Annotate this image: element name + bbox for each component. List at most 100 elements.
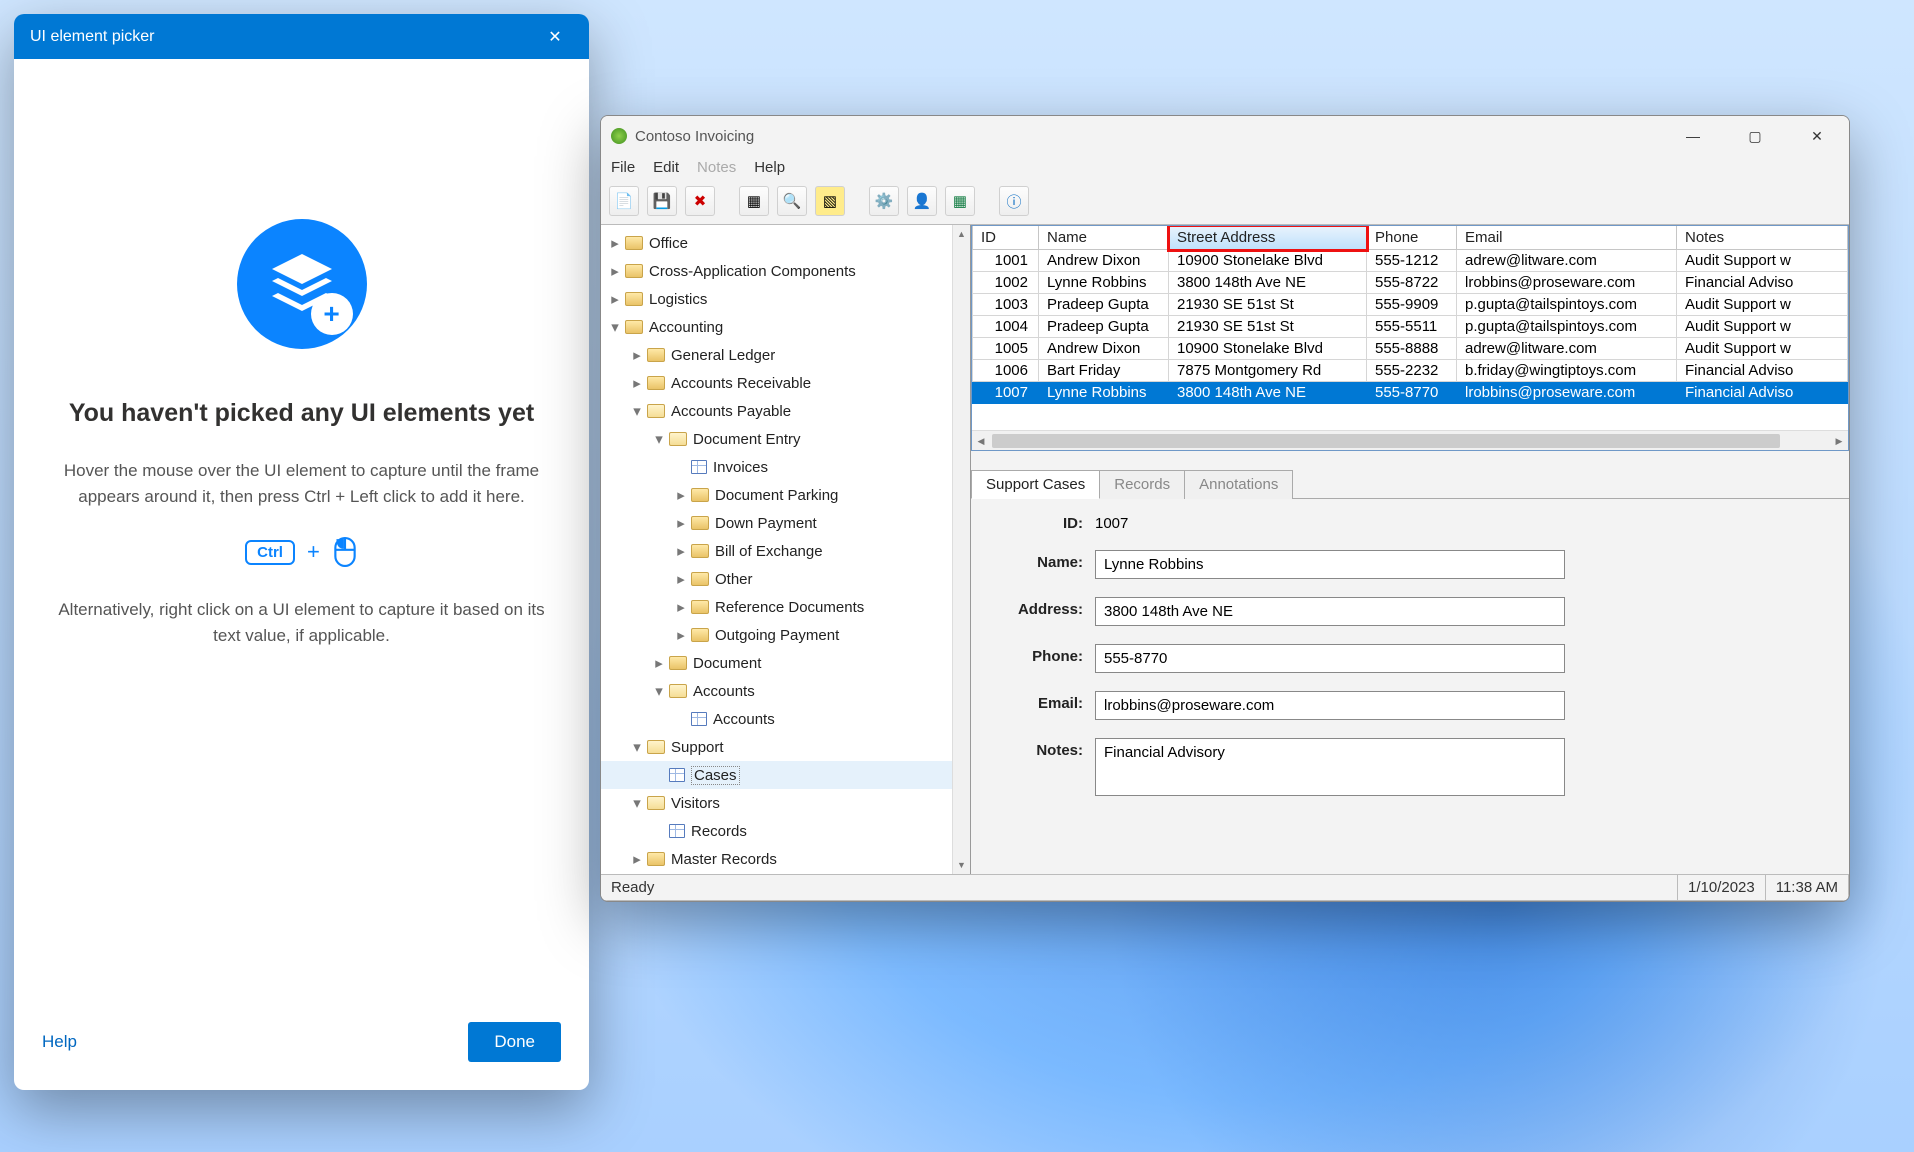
table-cell[interactable]: 1001 (973, 250, 1039, 272)
table-cell[interactable]: adrew@litware.com (1457, 338, 1677, 360)
excel-icon[interactable]: ▦ (945, 186, 975, 216)
table-cell[interactable]: Audit Support w (1677, 294, 1848, 316)
tree-item[interactable]: ▾Accounting (601, 313, 970, 341)
tree-item[interactable]: ·Records (601, 817, 970, 845)
tree-item[interactable]: ·Invoices (601, 453, 970, 481)
caret-down-icon[interactable]: ▾ (651, 430, 667, 448)
user-icon[interactable]: 👤 (907, 186, 937, 216)
table-cell[interactable]: adrew@litware.com (1457, 250, 1677, 272)
table-cell[interactable]: 555-5511 (1367, 316, 1457, 338)
caret-down-icon[interactable]: ▾ (629, 738, 645, 756)
app-titlebar[interactable]: Contoso Invoicing — ▢ ✕ (601, 116, 1849, 156)
caret-down-icon[interactable]: ▾ (607, 318, 623, 336)
grid-scrollbar[interactable] (972, 430, 1848, 450)
table-cell[interactable]: 3800 148th Ave NE (1169, 382, 1367, 404)
table-cell[interactable]: 1004 (973, 316, 1039, 338)
caret-right-icon[interactable]: ▸ (673, 570, 689, 588)
table-cell[interactable]: 555-8888 (1367, 338, 1457, 360)
table-cell[interactable]: 3800 148th Ave NE (1169, 272, 1367, 294)
tree-item[interactable]: ▸Document (601, 649, 970, 677)
table-cell[interactable]: Pradeep Gupta (1039, 294, 1169, 316)
tree-item[interactable]: ▸Cross-Application Components (601, 257, 970, 285)
table-cell[interactable]: 21930 SE 51st St (1169, 294, 1367, 316)
tree-pane[interactable]: ▸Office▸Cross-Application Components▸Log… (601, 225, 971, 874)
done-button[interactable]: Done (468, 1022, 561, 1062)
tree-item[interactable]: ▸General Ledger (601, 341, 970, 369)
search-icon[interactable]: 🔍 (777, 186, 807, 216)
table-cell[interactable]: 1003 (973, 294, 1039, 316)
tree-item[interactable]: ·Cases (601, 761, 970, 789)
table-cell[interactable]: Andrew Dixon (1039, 250, 1169, 272)
table-cell[interactable]: 555-9909 (1367, 294, 1457, 316)
table-cell[interactable]: 555-1212 (1367, 250, 1457, 272)
tree-item[interactable]: ▸Accounts Receivable (601, 369, 970, 397)
column-header[interactable]: Phone (1367, 226, 1457, 250)
tree-item[interactable]: ▾Accounts (601, 677, 970, 705)
tab-support-cases[interactable]: Support Cases (971, 470, 1100, 499)
table-cell[interactable]: 7875 Montgomery Rd (1169, 360, 1367, 382)
delete-icon[interactable]: ✖ (685, 186, 715, 216)
table-cell[interactable]: Financial Adviso (1677, 272, 1848, 294)
table-cell[interactable]: lrobbins@proseware.com (1457, 382, 1677, 404)
tree-item[interactable]: ▸Master Records (601, 845, 970, 873)
data-grid[interactable]: IDNameStreet AddressPhoneEmailNotes1001A… (971, 225, 1849, 451)
column-header[interactable]: ID (973, 226, 1039, 250)
picker-titlebar[interactable]: UI element picker ✕ (14, 14, 589, 59)
input-email[interactable] (1095, 691, 1565, 720)
table-cell[interactable]: 10900 Stonelake Blvd (1169, 338, 1367, 360)
caret-down-icon[interactable]: ▾ (629, 794, 645, 812)
caret-right-icon[interactable]: ▸ (673, 486, 689, 504)
new-file-icon[interactable]: 📄 (609, 186, 639, 216)
tree-item[interactable]: ▾Support (601, 733, 970, 761)
tree-item[interactable]: ▾Accounts Payable (601, 397, 970, 425)
column-header[interactable]: Street Address (1169, 226, 1367, 250)
tab-records[interactable]: Records (1099, 470, 1185, 499)
caret-right-icon[interactable]: ▸ (673, 514, 689, 532)
table-cell[interactable]: 10900 Stonelake Blvd (1169, 250, 1367, 272)
tree-item[interactable]: ▸Outgoing Payment (601, 621, 970, 649)
table-cell[interactable]: b.friday@wingtiptoys.com (1457, 360, 1677, 382)
table-cell[interactable]: Audit Support w (1677, 338, 1848, 360)
tree-item[interactable]: ▾Document Entry (601, 425, 970, 453)
table-row[interactable]: 1007Lynne Robbins3800 148th Ave NE555-87… (973, 382, 1848, 404)
minimize-icon[interactable]: — (1679, 128, 1707, 145)
gear-icon[interactable]: ⚙️ (869, 186, 899, 216)
caret-right-icon[interactable]: ▸ (629, 346, 645, 364)
caret-right-icon[interactable]: ▸ (673, 598, 689, 616)
table-row[interactable]: 1003Pradeep Gupta21930 SE 51st St555-990… (973, 294, 1848, 316)
tree-scrollbar[interactable] (952, 225, 970, 874)
caret-right-icon[interactable]: ▸ (629, 374, 645, 392)
table-cell[interactable]: Bart Friday (1039, 360, 1169, 382)
tree-item[interactable]: ▸Down Payment (601, 509, 970, 537)
caret-right-icon[interactable]: ▸ (673, 626, 689, 644)
caret-right-icon[interactable]: ▸ (607, 234, 623, 252)
close-icon[interactable]: ✕ (537, 19, 573, 55)
table-row[interactable]: 1002Lynne Robbins3800 148th Ave NE555-87… (973, 272, 1848, 294)
menu-notes[interactable]: Notes (697, 159, 736, 176)
tab-annotations[interactable]: Annotations (1184, 470, 1293, 499)
tree-item[interactable]: ▸Logistics (601, 285, 970, 313)
note-icon[interactable]: ▧ (815, 186, 845, 216)
help-link[interactable]: Help (42, 1032, 77, 1052)
table-cell[interactable]: Financial Adviso (1677, 360, 1848, 382)
table-cell[interactable]: Audit Support w (1677, 316, 1848, 338)
table-row[interactable]: 1006Bart Friday7875 Montgomery Rd555-223… (973, 360, 1848, 382)
table-cell[interactable]: Andrew Dixon (1039, 338, 1169, 360)
table-cell[interactable]: Financial Adviso (1677, 382, 1848, 404)
caret-right-icon[interactable]: ▸ (673, 542, 689, 560)
table-cell[interactable]: 1006 (973, 360, 1039, 382)
table-cell[interactable]: 555-8770 (1367, 382, 1457, 404)
table-cell[interactable]: 1005 (973, 338, 1039, 360)
table-cell[interactable]: 555-8722 (1367, 272, 1457, 294)
input-address[interactable] (1095, 597, 1565, 626)
table-cell[interactable]: 555-2232 (1367, 360, 1457, 382)
column-header[interactable]: Notes (1677, 226, 1848, 250)
table-cell[interactable]: lrobbins@proseware.com (1457, 272, 1677, 294)
tree-item[interactable]: ▾Visitors (601, 789, 970, 817)
table-row[interactable]: 1004Pradeep Gupta21930 SE 51st St555-551… (973, 316, 1848, 338)
tree-item[interactable]: ▸Other (601, 565, 970, 593)
table-cell[interactable]: p.gupta@tailspintoys.com (1457, 294, 1677, 316)
close-icon[interactable]: ✕ (1803, 128, 1831, 145)
menu-file[interactable]: File (611, 159, 635, 176)
maximize-icon[interactable]: ▢ (1741, 128, 1769, 145)
